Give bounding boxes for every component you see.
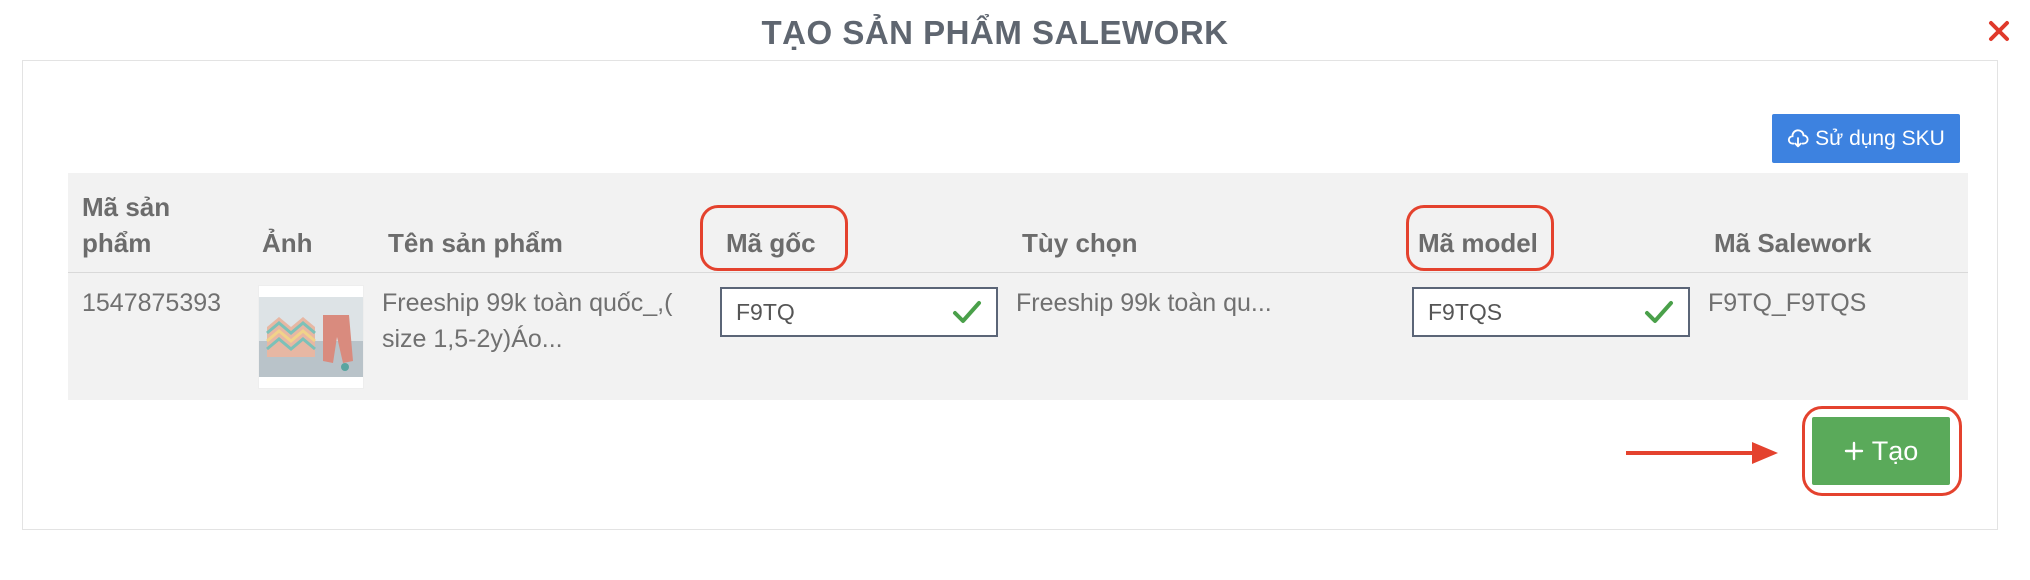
create-button[interactable]: Tạo — [1812, 417, 1950, 485]
product-table: Mã sản phẩm Ảnh Tên sản phẩm Mã gốc Tùy … — [68, 173, 1968, 400]
header-product-code-line1: Mã sản — [82, 192, 171, 222]
modal-title: TẠO SẢN PHẨM SALEWORK — [761, 14, 1229, 51]
header-option: Tùy chọn — [1022, 228, 1138, 258]
use-sku-label: Sử dụng SKU — [1815, 126, 1945, 150]
product-name-line1: Freeship 99k toàn quốc_,( — [382, 289, 673, 317]
check-icon — [1645, 301, 1673, 323]
base-code-field[interactable] — [720, 287, 998, 337]
plus-icon — [1844, 441, 1863, 461]
header-salework-code: Mã Salework — [1714, 228, 1872, 258]
base-code-input[interactable] — [736, 298, 952, 326]
create-label: Tạo — [1871, 435, 1919, 466]
model-code-input[interactable] — [1428, 298, 1644, 326]
highlight-model-code-header — [1406, 205, 1554, 271]
header-image: Ảnh — [262, 228, 313, 258]
model-code-field[interactable] — [1412, 287, 1690, 337]
product-thumbnail — [258, 285, 364, 389]
cell-salework-code: F9TQ_F9TQS — [1708, 289, 1867, 317]
header-product-code-line2: phẩm — [82, 228, 152, 258]
cell-option: Freeship 99k toàn qu... — [1016, 289, 1272, 317]
close-icon — [1989, 21, 2009, 41]
close-button[interactable] — [1982, 14, 2016, 48]
table-row: 1547875393 Freeship 99k toàn quốc_,( siz… — [68, 273, 1968, 400]
arrow-annotation — [1626, 442, 1778, 464]
cloud-download-icon — [1788, 128, 1809, 147]
highlight-base-code-header — [700, 205, 848, 271]
cell-product-name: Freeship 99k toàn quốc_,( size 1,5-2y)Áo… — [382, 285, 672, 357]
check-icon — [953, 301, 981, 323]
product-image — [259, 297, 363, 377]
table-header: Mã sản phẩm Ảnh Tên sản phẩm Mã gốc Tùy … — [68, 173, 1968, 273]
header-product-name: Tên sản phẩm — [388, 228, 563, 258]
cell-product-code: 1547875393 — [82, 289, 222, 317]
product-name-line2: size 1,5-2y)Áo... — [382, 325, 563, 353]
header-product-code: Mã sản phẩm — [82, 189, 170, 261]
use-sku-button[interactable]: Sử dụng SKU — [1772, 114, 1960, 163]
